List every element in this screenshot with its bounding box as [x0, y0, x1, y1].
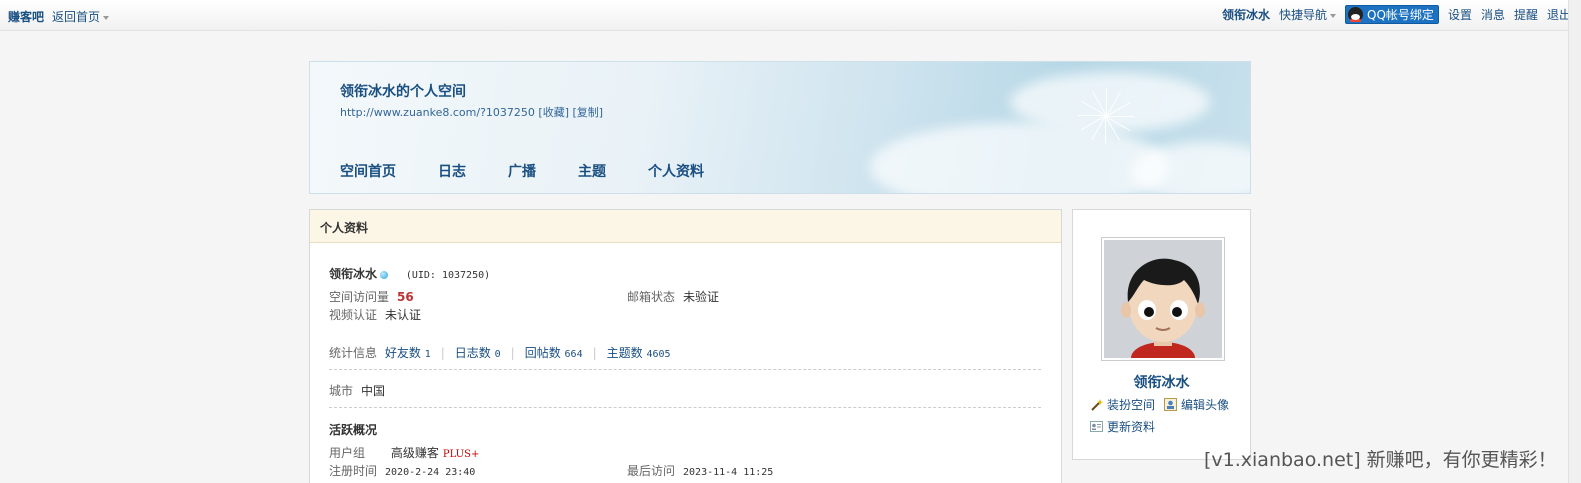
city-label: 城市: [329, 384, 354, 398]
activity-title: 活跃概况: [329, 423, 378, 437]
space-nav: 空间首页 日志 广播 主题 个人资料: [340, 161, 746, 181]
stat-threads[interactable]: 主题数 4605: [607, 346, 671, 360]
divider: |: [440, 346, 445, 360]
profile-username: 领衔冰水: [329, 267, 378, 281]
reg-value: 2020-2-24 23:40: [385, 467, 476, 478]
decorate-space-label: 装扮空间: [1107, 398, 1156, 412]
city-row: 城市 中国: [329, 382, 1041, 399]
stat-threads-label: 主题数: [606, 346, 643, 360]
profile-panel-header: 个人资料: [310, 210, 1061, 243]
favorite-link[interactable]: [收藏]: [538, 106, 569, 119]
messages-link[interactable]: 消息: [1481, 6, 1505, 23]
divider: [329, 369, 1041, 370]
reminders-link[interactable]: 提醒: [1514, 6, 1538, 23]
update-profile-label: 更新资料: [1107, 420, 1156, 434]
stat-replies-value: 664: [564, 349, 583, 360]
edit-avatar-link[interactable]: 编辑头像: [1164, 396, 1229, 413]
space-title: 领衔冰水的个人空间: [340, 84, 466, 100]
qq-penguin-icon: [1348, 7, 1364, 22]
chevron-down-icon: [103, 15, 110, 20]
nav-threads[interactable]: 主题: [578, 161, 606, 181]
avatar[interactable]: [1101, 237, 1225, 361]
qq-bind-button[interactable]: QQ帐号绑定: [1345, 5, 1439, 24]
profile-uid: (UID: 1037250): [405, 270, 491, 281]
stats-row: 统计信息 好友数 1 | 日志数 0 | 回帖数 664 | 主题数 4605: [329, 344, 1041, 361]
magic-wand-icon: [1091, 399, 1103, 411]
scrollbar[interactable]: [1568, 0, 1581, 483]
copy-link[interactable]: [复制]: [573, 106, 604, 119]
last-visit-label: 最后访问: [627, 464, 676, 478]
back-home-link[interactable]: 返回首页: [52, 8, 110, 25]
stat-blogs-value: 0: [494, 349, 501, 360]
settings-link[interactable]: 设置: [1448, 6, 1472, 23]
divider: |: [510, 346, 515, 360]
stat-friends[interactable]: 好友数 1: [385, 346, 431, 360]
group-badge: PLUS+: [442, 449, 480, 460]
stat-replies[interactable]: 回帖数 664: [525, 346, 583, 360]
picture-icon: [1164, 398, 1177, 411]
watermark-text: [v1.xianbao.net] 新赚吧，有你更精彩！: [1204, 449, 1557, 471]
avatar-image: [1104, 240, 1222, 358]
nav-broadcast[interactable]: 广播: [508, 161, 536, 181]
dandelion-decoration: [1078, 88, 1136, 146]
edit-avatar-label: 编辑头像: [1181, 398, 1230, 412]
user-link[interactable]: 领衔冰水: [1222, 6, 1270, 23]
last-visit-value: 2023-11-4 11:25: [683, 467, 774, 478]
video-row: 视频认证 未认证: [329, 306, 1041, 323]
stat-threads-value: 4605: [646, 349, 671, 360]
profile-name-row: 领衔冰水 (UID: 1037250): [329, 265, 1041, 282]
quick-nav-label: 快捷导航: [1279, 8, 1328, 22]
reg-label: 注册时间: [329, 464, 378, 478]
video-label: 视频认证: [329, 308, 378, 322]
stats-label: 统计信息: [329, 346, 378, 360]
user-sidebar: 领衔冰水 装扮空间 编辑头像 更新资料: [1072, 209, 1251, 460]
chevron-down-icon: [1330, 13, 1337, 18]
space-banner: 领衔冰水的个人空间 http://www.zuanke8.com/?103725…: [309, 61, 1251, 194]
profile-card-icon: [1090, 421, 1103, 432]
site-brand-link[interactable]: 赚客吧: [8, 8, 44, 25]
visits-value: 56: [397, 290, 414, 304]
group-value-link[interactable]: 高级赚客: [391, 446, 439, 460]
stat-friends-label: 好友数: [384, 346, 421, 360]
sidebar-username[interactable]: 领衔冰水: [1073, 372, 1250, 392]
profile-panel: 个人资料 领衔冰水 (UID: 1037250) 空间访问量 56 邮箱状态 未验证…: [309, 209, 1062, 483]
city-value: 中国: [361, 384, 386, 398]
email-value: 未验证: [683, 290, 720, 304]
decorate-space-link[interactable]: 装扮空间: [1090, 396, 1155, 413]
email-row: 邮箱状态 未验证: [627, 288, 1041, 305]
update-profile-link[interactable]: 更新资料: [1090, 418, 1155, 435]
stat-blogs-label: 日志数: [454, 346, 491, 360]
group-label: 用户组: [329, 446, 366, 460]
visits-label: 空间访问量: [329, 290, 390, 304]
divider: |: [592, 346, 597, 360]
top-bar: 赚客吧 返回首页 领衔冰水 快捷导航 QQ帐号绑定 设置 消息 提醒 退出: [0, 0, 1581, 31]
online-status-icon: [380, 270, 389, 279]
quick-nav-link[interactable]: 快捷导航: [1279, 6, 1337, 23]
space-url-row: http://www.zuanke8.com/?1037250 [收藏] [复制…: [340, 104, 603, 120]
email-label: 邮箱状态: [627, 290, 676, 304]
divider: [329, 407, 1041, 408]
video-value: 未认证: [385, 308, 422, 322]
last-visit-row: 最后访问 2023-11-4 11:25: [627, 462, 1041, 479]
stat-blogs[interactable]: 日志数 0: [455, 346, 501, 360]
nav-profile[interactable]: 个人资料: [648, 161, 704, 181]
cartoon-avatar-icon: [1104, 240, 1222, 358]
group-row: 用户组 高级赚客 PLUS+: [329, 444, 1041, 461]
stat-replies-label: 回帖数: [524, 346, 561, 360]
nav-blog[interactable]: 日志: [438, 161, 466, 181]
space-url: http://www.zuanke8.com/?1037250: [340, 106, 535, 119]
nav-space-home[interactable]: 空间首页: [340, 161, 396, 181]
qq-bind-label: QQ帐号绑定: [1367, 8, 1434, 22]
back-home-label: 返回首页: [52, 10, 101, 24]
stat-friends-value: 1: [424, 349, 431, 360]
